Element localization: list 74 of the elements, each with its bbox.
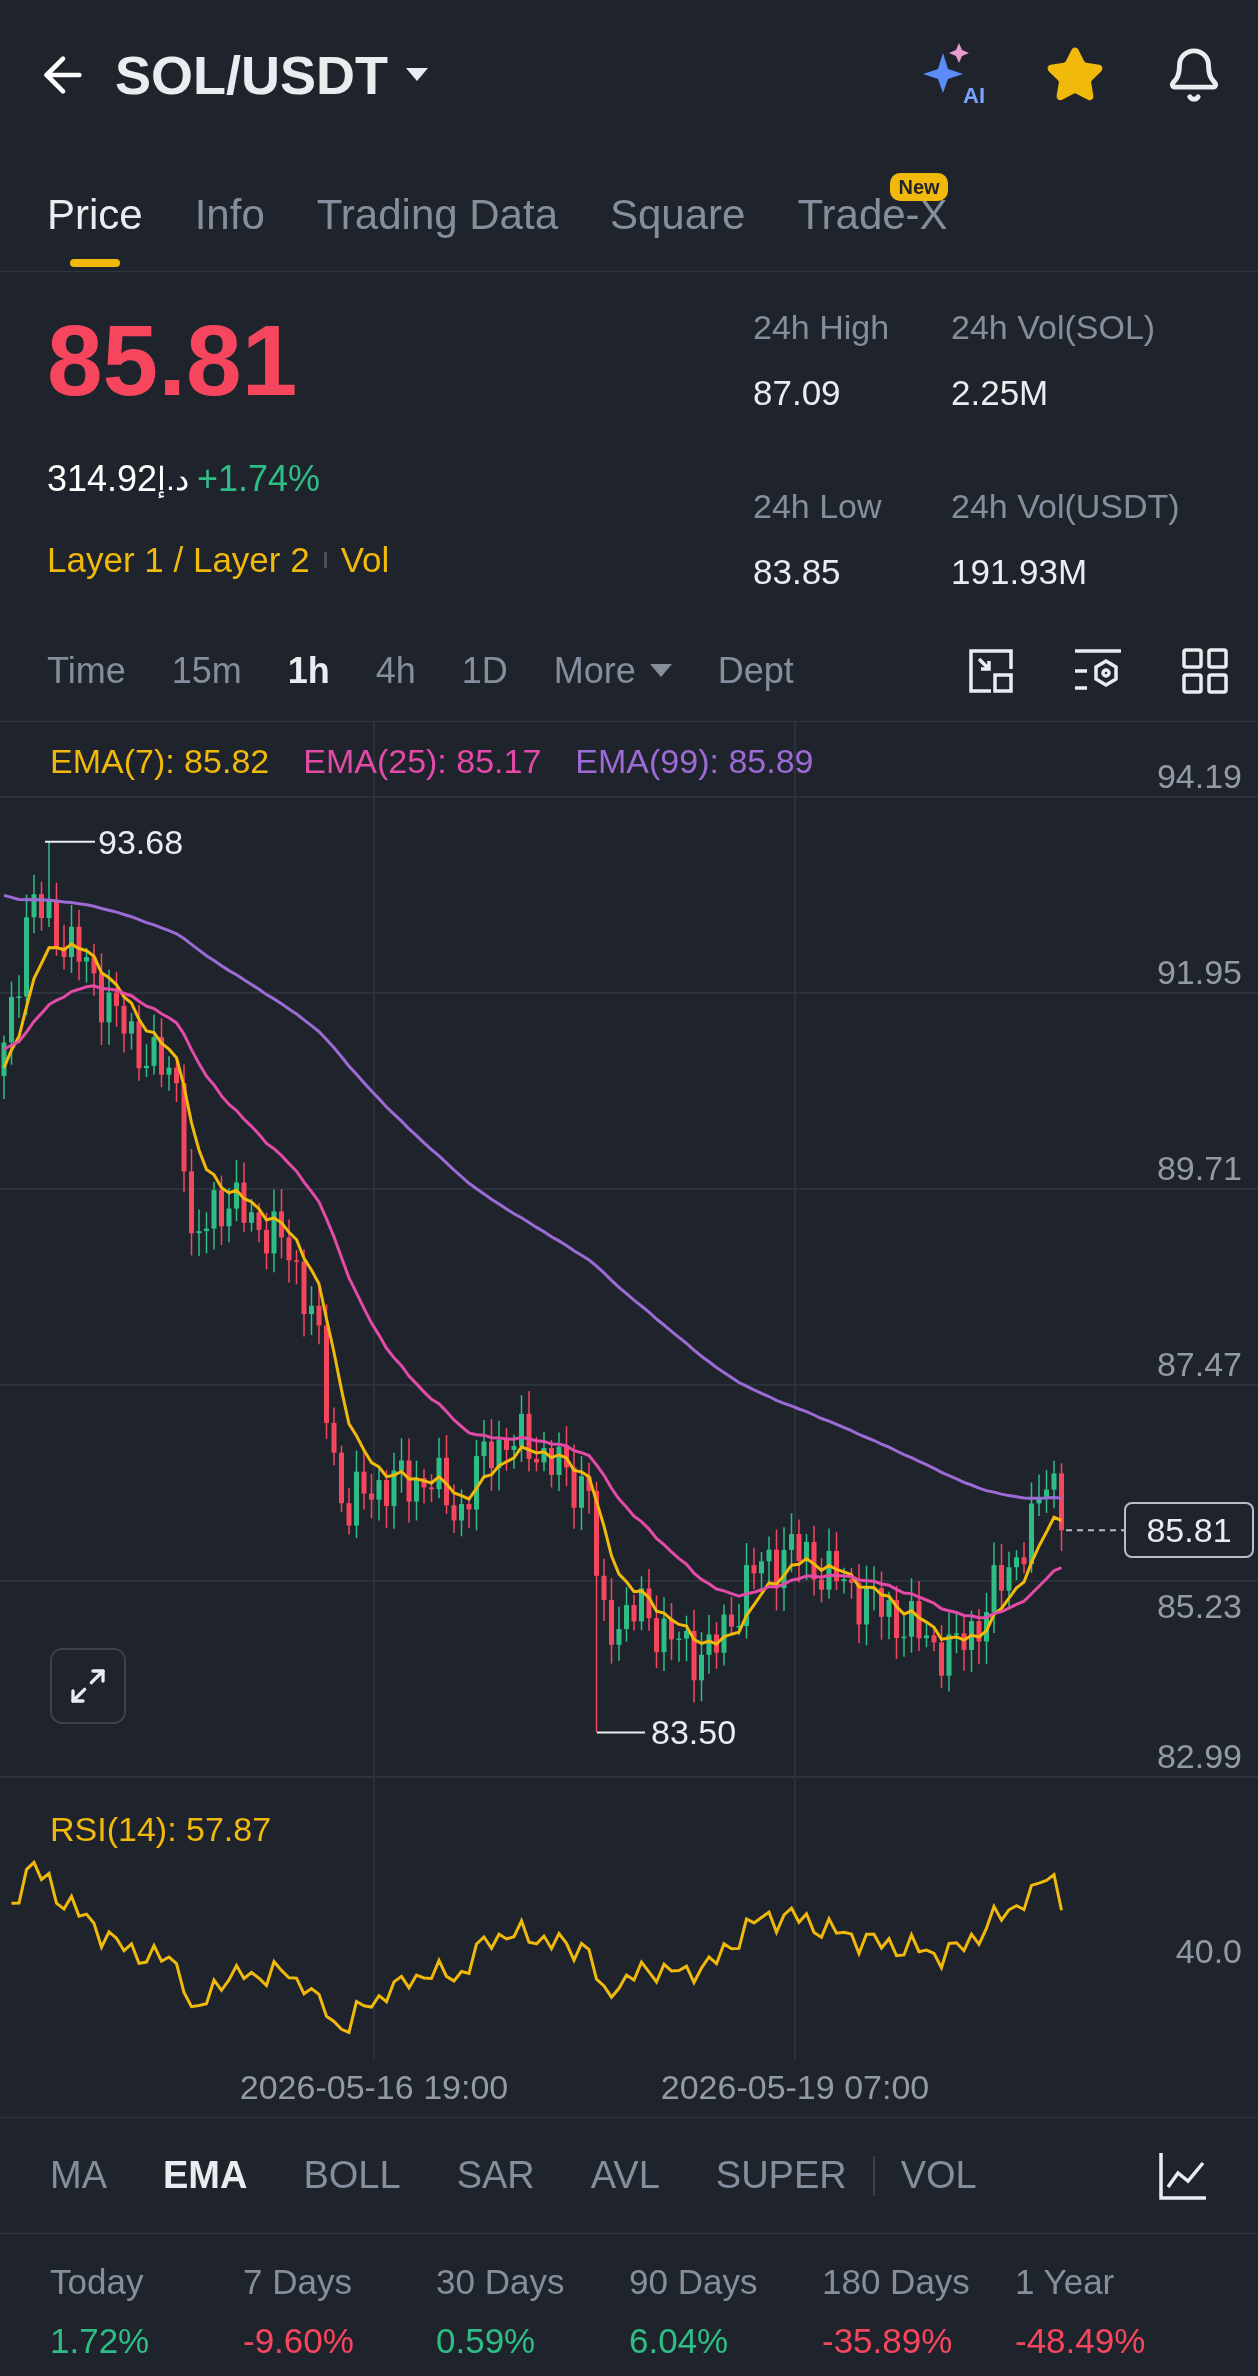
- fiat-value: 314.92: [47, 457, 158, 501]
- interval-tab[interactable]: More: [553, 643, 672, 698]
- picture-in-picture-icon[interactable]: [967, 646, 1015, 695]
- interval-tab[interactable]: Time: [47, 643, 126, 698]
- period-change: -48.49%: [1015, 2319, 1147, 2362]
- indicator-tab[interactable]: BOLL: [303, 2147, 401, 2204]
- last-price: 85.81: [47, 310, 299, 410]
- time-axis-label: 2026-05-19 07:00: [660, 2067, 930, 2108]
- tab[interactable]: Price: [47, 161, 143, 271]
- indicator-tab[interactable]: SUPER: [715, 2147, 847, 2204]
- grid-layout-icon[interactable]: [1181, 646, 1229, 695]
- category-tag[interactable]: Layer 1 / Layer 2: [47, 534, 310, 587]
- period-change: 1.72%: [50, 2319, 151, 2362]
- low-price-marker: 83.50: [651, 1715, 737, 1750]
- interval-tab[interactable]: 1D: [461, 643, 508, 698]
- ema-legend-label: EMA(7): 85.82: [50, 741, 270, 782]
- high-price-marker: 93.68: [98, 824, 184, 859]
- tab[interactable]: Trading Data: [316, 161, 558, 271]
- indicator-tab[interactable]: EMA: [163, 2147, 248, 2204]
- period-change: 6.04%: [629, 2319, 730, 2362]
- stat-label: 24h Vol(SOL): [951, 307, 1157, 348]
- stat-value: 87.09: [753, 372, 842, 414]
- new-badge: New: [890, 173, 948, 201]
- tab[interactable]: Trade-X New: [797, 161, 948, 271]
- period-change: -35.89%: [822, 2319, 954, 2362]
- period-change: -9.60%: [243, 2319, 355, 2362]
- price-axis-label: 85.23: [1156, 1589, 1242, 1623]
- price-axis-label: 82.99: [1156, 1739, 1242, 1773]
- tab[interactable]: Square: [610, 161, 746, 271]
- ai-assistant-button[interactable]: AI: [921, 43, 985, 107]
- category-tag[interactable]: Vol: [340, 534, 390, 587]
- active-tab-indicator: [69, 259, 120, 267]
- period-label: 7 Days: [243, 2261, 353, 2303]
- ema-legend-label: EMA(99): 85.89: [575, 741, 814, 782]
- stat-label: 24h Vol(USDT): [951, 486, 1181, 527]
- interval-tab[interactable]: 4h: [375, 643, 416, 698]
- price-axis-label: 91.95: [1156, 955, 1242, 989]
- ema-legend-label: EMA(25): 85.17: [303, 741, 542, 782]
- low-marker-line: [596, 1731, 646, 1734]
- period-label: 90 Days: [629, 2261, 759, 2303]
- indicator-tab[interactable]: MA: [50, 2147, 107, 2204]
- period-label: Today: [50, 2261, 145, 2303]
- chart-line-icon[interactable]: [1158, 2150, 1208, 2201]
- stat-value: 191.93M: [951, 551, 1089, 593]
- expand-chart-button[interactable]: [50, 1648, 126, 1724]
- tab[interactable]: Info: [194, 161, 265, 271]
- indicator-tab[interactable]: AVL: [590, 2147, 660, 2204]
- expand-icon: [68, 1666, 108, 1706]
- indicator-tab[interactable]: SAR: [456, 2147, 535, 2204]
- pair-selector[interactable]: SOL/USDT: [115, 34, 428, 116]
- interval-tab[interactable]: 1h: [287, 643, 330, 698]
- last-price-dashed-line: [1065, 1529, 1125, 1532]
- price-change: +1.74%: [197, 457, 321, 501]
- interval-tab[interactable]: 15m: [171, 643, 242, 698]
- period-label: 30 Days: [436, 2261, 566, 2303]
- period-label: 180 Days: [822, 2261, 971, 2303]
- stat-value: 83.85: [753, 551, 842, 593]
- price-axis-label: 87.47: [1156, 1347, 1242, 1381]
- caret-icon: [406, 68, 428, 82]
- period-label: 1 Year: [1015, 2261, 1116, 2303]
- rsi-axis-label: 40.0: [1175, 1931, 1242, 1972]
- time-axis-label: 2026-05-16 19:00: [239, 2067, 509, 2108]
- high-marker-line: [44, 840, 96, 843]
- rsi-label: RSI(14): 57.87: [50, 1809, 272, 1850]
- price-axis-label: 94.19: [1156, 759, 1242, 793]
- price-axis-label: 89.71: [1156, 1151, 1242, 1185]
- period-change: 0.59%: [436, 2319, 537, 2362]
- stat-label: 24h Low: [753, 486, 883, 527]
- last-price-tag: 85.81: [1124, 1502, 1254, 1559]
- fiat-symbol: د.إ: [157, 460, 189, 500]
- stat-value: 2.25M: [951, 372, 1050, 414]
- interval-tab[interactable]: Dept: [717, 643, 794, 698]
- indicator-tab[interactable]: VOL: [900, 2147, 977, 2204]
- stat-label: 24h High: [753, 307, 891, 348]
